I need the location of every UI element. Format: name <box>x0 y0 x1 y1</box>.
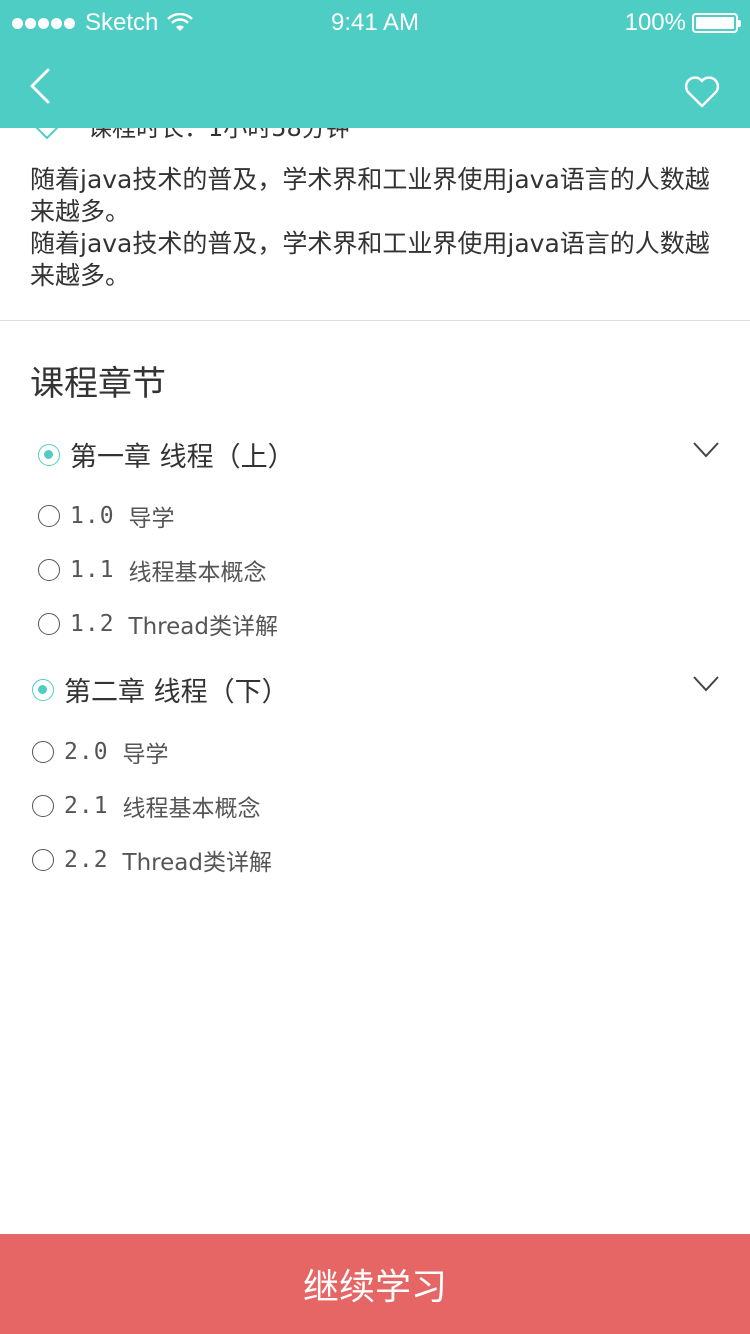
description-paragraph: 随着java技术的普及，学术界和工业界使用java语言的人数越来越多。 <box>30 165 710 226</box>
chapter-header-1[interactable]: 第一章 线程（上） <box>38 435 295 474</box>
section-title: 课程章节 <box>30 364 166 404</box>
lesson-title: Thread类详解 <box>122 850 272 876</box>
lesson-title: 线程基本概念 <box>122 796 261 822</box>
continue-learning-button[interactable]: 继续学习 <box>0 1234 750 1334</box>
battery-percent: 100% <box>624 9 686 36</box>
lesson-number: 1.1 <box>70 557 115 583</box>
chevron-down-icon[interactable] <box>692 675 720 693</box>
chapter-title: 第二章 线程（下） <box>64 677 289 708</box>
lesson-radio[interactable] <box>38 505 60 527</box>
status-right: 100% <box>624 9 741 37</box>
course-detail-content: 课程时长：1小时58分钟 随着java技术的普及，学术界和工业界使用java语言… <box>0 0 750 1234</box>
battery-icon <box>692 13 741 33</box>
description-paragraph: 随着java技术的普及，学术界和工业界使用java语言的人数越来越多。 <box>30 229 710 290</box>
chapter-title: 第一章 线程（上） <box>70 442 295 473</box>
lesson-item[interactable]: 2.1 线程基本概念 <box>32 789 261 823</box>
lesson-radio[interactable] <box>32 849 54 871</box>
divider <box>0 320 750 321</box>
lesson-item[interactable]: 1.0 导学 <box>38 499 175 533</box>
status-bar: Sketch 9:41 AM 100% <box>0 0 750 40</box>
lesson-title: 导学 <box>128 506 175 532</box>
lesson-item[interactable]: 2.0 导学 <box>32 735 169 769</box>
lesson-radio[interactable] <box>32 741 54 763</box>
lesson-title: 导学 <box>122 742 169 768</box>
lesson-item[interactable]: 1.2 Thread类详解 <box>38 607 278 641</box>
chapter-radio-selected[interactable] <box>32 678 54 701</box>
lesson-item[interactable]: 1.1 线程基本概念 <box>38 553 267 587</box>
chapter-header-2[interactable]: 第二章 线程（下） <box>32 670 289 709</box>
lesson-number: 1.2 <box>70 611 115 637</box>
lesson-title: Thread类详解 <box>128 614 278 640</box>
chapter-radio-selected[interactable] <box>38 443 60 466</box>
lesson-number: 2.2 <box>64 847 109 873</box>
chevron-left-icon[interactable] <box>24 66 60 106</box>
lesson-item[interactable]: 2.2 Thread类详解 <box>32 843 272 877</box>
lesson-radio[interactable] <box>38 559 60 581</box>
lesson-number: 1.0 <box>70 503 115 529</box>
heart-icon[interactable] <box>682 72 722 112</box>
app-header: Sketch 9:41 AM 100% <box>0 0 750 128</box>
chevron-down-icon[interactable] <box>692 441 720 459</box>
lesson-radio[interactable] <box>32 795 54 817</box>
lesson-number: 2.0 <box>64 739 109 765</box>
course-description: 随着java技术的普及，学术界和工业界使用java语言的人数越来越多。 随着ja… <box>30 164 720 292</box>
lesson-number: 2.1 <box>64 793 109 819</box>
lesson-radio[interactable] <box>38 613 60 635</box>
lesson-title: 线程基本概念 <box>128 560 267 586</box>
